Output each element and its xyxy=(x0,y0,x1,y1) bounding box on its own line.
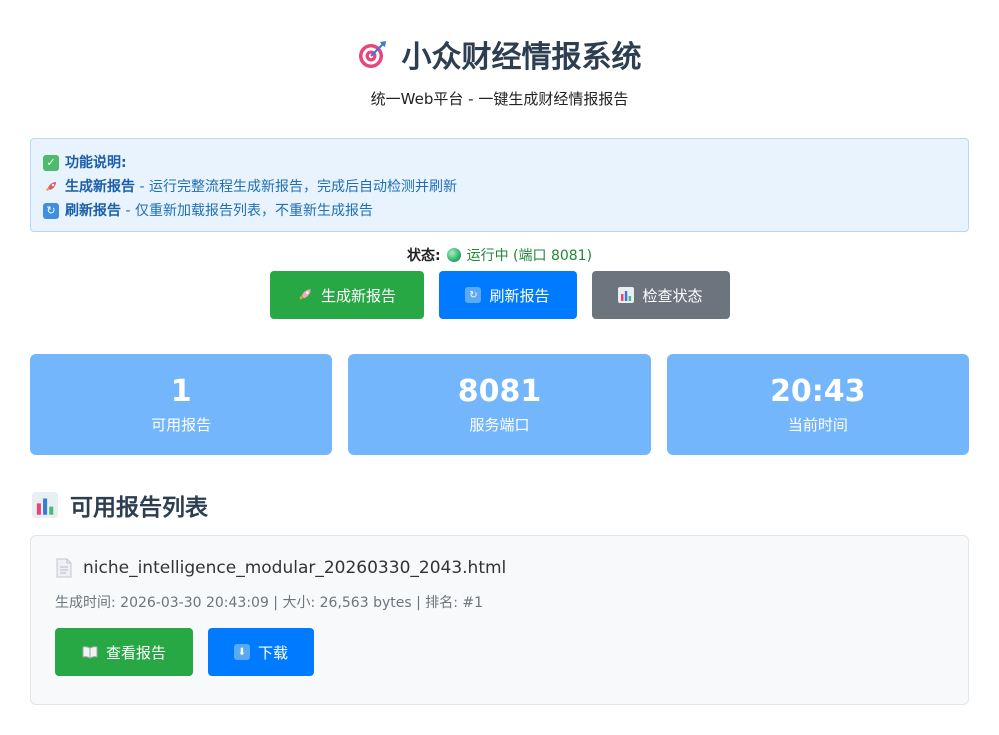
report-meta: 生成时间: 2026-03-30 20:43:09 | 大小: 26,563 b… xyxy=(55,595,484,611)
view-report-label: 查看报告 xyxy=(105,643,166,662)
bar-chart-icon xyxy=(32,492,58,518)
stat-service-port: 8081 服务端口 xyxy=(348,354,651,455)
action-buttons: 生成新报告 ↻ 刷新报告 检查状态 xyxy=(0,271,999,319)
generate-report-button[interactable]: 生成新报告 xyxy=(269,271,424,319)
refresh-icon: ↻ xyxy=(43,203,59,219)
generate-report-label: 生成新报告 xyxy=(320,286,396,305)
status-row: 状态: 运行中 (端口 8081) xyxy=(0,245,999,265)
stat-available-reports: 1 可用报告 xyxy=(30,354,333,455)
page-title: 小众财经情报系统 xyxy=(401,40,642,75)
info-refresh-bold: 刷新报告 xyxy=(65,203,121,219)
report-card: niche_intelligence_modular_20260330_2043… xyxy=(30,535,969,705)
info-line-refresh: ↻ 刷新报告 - 仅重新加载报告列表，不重新生成报告 xyxy=(43,199,956,223)
stat-current-time: 20:43 当前时间 xyxy=(666,354,969,455)
stat-value: 20:43 xyxy=(770,374,866,409)
bar-chart-icon xyxy=(618,287,635,303)
stat-label: 服务端口 xyxy=(469,416,530,434)
refresh-report-button[interactable]: ↻ 刷新报告 xyxy=(438,271,577,319)
report-file-row: niche_intelligence_modular_20260330_2043… xyxy=(55,558,944,578)
info-refresh-text: - 仅重新加载报告列表，不重新生成报告 xyxy=(121,203,373,219)
report-filename: niche_intelligence_modular_20260330_2043… xyxy=(83,558,507,578)
status-text: 运行中 (端口 8081) xyxy=(466,248,593,264)
stat-value: 8081 xyxy=(457,374,542,409)
check-icon: ✓ xyxy=(43,155,59,171)
status-dot-icon xyxy=(446,248,461,262)
check-status-button[interactable]: 检查状态 xyxy=(591,271,730,319)
info-heading-line: ✓ 功能说明: xyxy=(43,151,956,175)
rocket-icon xyxy=(43,179,59,195)
down-arrow-icon: ⬇ xyxy=(233,644,250,660)
title-row: 小众财经情报系统 xyxy=(0,32,999,76)
stat-label: 当前时间 xyxy=(787,416,848,434)
info-generate-bold: 生成新报告 xyxy=(65,179,135,195)
info-generate-text: - 运行完整流程生成新报告，完成后自动检测并刷新 xyxy=(135,179,457,195)
rocket-icon xyxy=(297,287,313,303)
stat-label: 可用报告 xyxy=(151,416,212,434)
status-label: 状态: xyxy=(406,248,441,264)
reports-section-title: 可用报告列表 xyxy=(32,488,208,522)
target-icon xyxy=(358,39,388,69)
info-line-generate: 生成新报告 - 运行完整流程生成新报告，完成后自动检测并刷新 xyxy=(43,175,956,199)
page: 小众财经情报系统 统一Web平台 - 一键生成财经情报报告 ✓ 功能说明: 生成… xyxy=(0,0,999,735)
refresh-icon: ↻ xyxy=(465,287,482,303)
reports-section-label: 可用报告列表 xyxy=(70,495,208,521)
check-status-label: 检查状态 xyxy=(642,286,703,305)
view-report-button[interactable]: 查看报告 xyxy=(55,628,193,676)
info-heading: 功能说明: xyxy=(65,155,127,171)
info-box: ✓ 功能说明: 生成新报告 - 运行完整流程生成新报告，完成后自动检测并刷新 ↻… xyxy=(30,138,969,232)
refresh-report-label: 刷新报告 xyxy=(489,286,550,305)
page-subtitle: 统一Web平台 - 一键生成财经情报报告 xyxy=(370,90,629,108)
stat-value: 1 xyxy=(170,374,192,409)
report-actions: 查看报告 ⬇ 下载 xyxy=(55,628,944,676)
stats-row: 1 可用报告 8081 服务端口 20:43 当前时间 xyxy=(30,354,969,455)
download-report-label: 下载 xyxy=(257,643,288,662)
download-report-button[interactable]: ⬇ 下载 xyxy=(208,628,314,676)
document-icon xyxy=(55,558,73,578)
book-icon xyxy=(82,644,98,660)
